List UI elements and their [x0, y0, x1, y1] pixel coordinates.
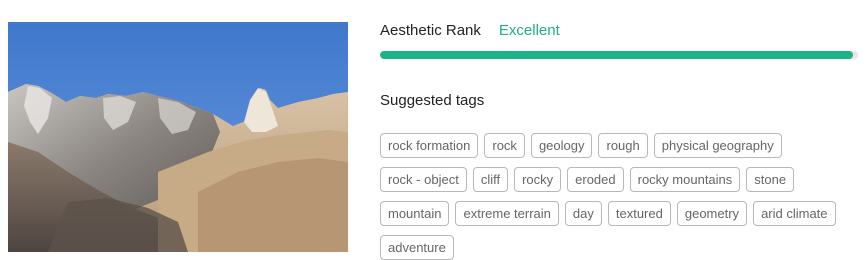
- suggested-tags-title: Suggested tags: [380, 92, 485, 109]
- aesthetic-rank-value: Excellent: [498, 21, 560, 39]
- analysis-panel: Aesthetic Rank Excellent Suggested tags …: [380, 0, 868, 260]
- tag-chip[interactable]: textured: [607, 201, 671, 226]
- tag-chip[interactable]: rocky: [514, 167, 562, 192]
- suggested-tags-list: rock formation rock geology rough physical g…: [380, 133, 866, 260]
- tag-chip[interactable]: eroded: [567, 167, 624, 192]
- tag-chip[interactable]: rocky mountains: [629, 167, 741, 192]
- tag-chip[interactable]: geology: [530, 133, 593, 158]
- tag-chip[interactable]: mountain: [380, 201, 450, 226]
- aesthetic-rank-bar: [380, 51, 858, 59]
- tag-chip[interactable]: stone: [746, 167, 795, 192]
- tag-chip[interactable]: extreme terrain: [455, 201, 559, 226]
- tag-chip[interactable]: day: [564, 201, 602, 226]
- photo-preview: [8, 22, 348, 252]
- tag-chip[interactable]: rock - object: [380, 167, 467, 192]
- tag-chip[interactable]: adventure: [380, 235, 454, 260]
- tag-chip[interactable]: arid climate: [753, 201, 836, 226]
- tag-chip[interactable]: geometry: [676, 201, 748, 226]
- aesthetic-rank-row: Aesthetic Rank Excellent: [380, 20, 560, 40]
- tag-chip[interactable]: rock formation: [380, 133, 479, 158]
- tag-chip[interactable]: rock: [484, 133, 525, 158]
- tag-chip[interactable]: physical geography: [653, 133, 782, 158]
- aesthetic-rank-bar-fill: [380, 51, 854, 59]
- tag-chip[interactable]: rough: [598, 133, 648, 158]
- aesthetic-rank-label: Aesthetic Rank: [380, 21, 481, 39]
- tag-chip[interactable]: cliff: [472, 167, 509, 192]
- mountain-photo: [8, 22, 348, 252]
